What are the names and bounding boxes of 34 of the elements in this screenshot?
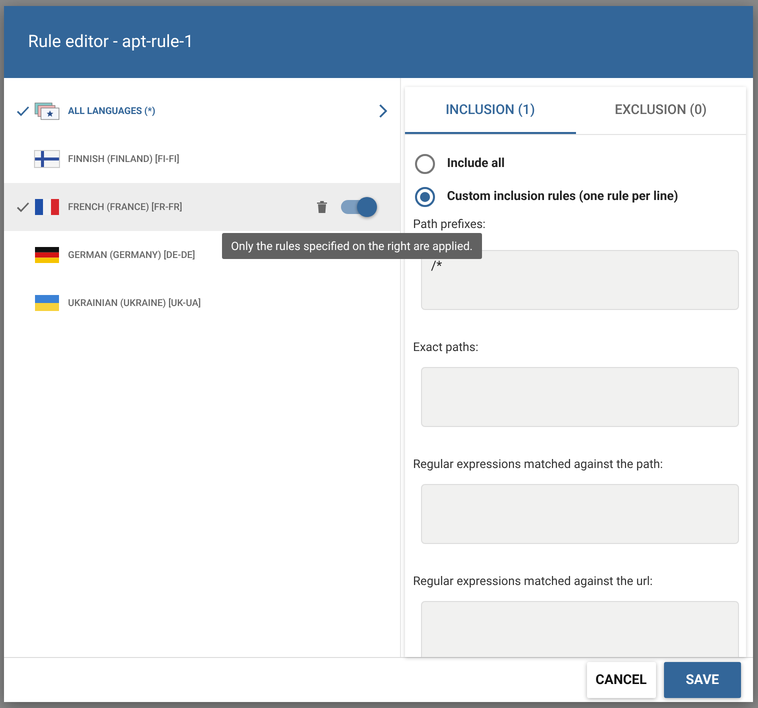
input-field[interactable] — [421, 367, 739, 427]
language-name: UKRAINIAN (UKRAINE) [UK-UA] — [68, 298, 202, 308]
finland-flag-icon — [34, 150, 60, 168]
field-label: Exact paths: — [413, 340, 480, 354]
france-flag-icon — [34, 198, 60, 216]
radio-button[interactable] — [415, 154, 435, 174]
language-item[interactable]: UKRAINIAN (UKRAINE) [UK-UA] — [4, 279, 400, 327]
ukraine-flag-icon — [34, 294, 60, 312]
input-field[interactable] — [421, 484, 739, 544]
germany-flag-icon — [34, 246, 60, 264]
delete-icon[interactable] — [317, 201, 327, 213]
radio-button[interactable] — [415, 186, 435, 206]
radio-option[interactable]: Include all — [413, 147, 738, 180]
language-item[interactable]: ALL LANGUAGES (*) — [4, 87, 400, 135]
field-label: Regular expressions matched against the path: — [413, 457, 664, 471]
language-name: GERMAN (GERMANY) [DE-DE] — [68, 250, 196, 260]
language-name: ALL LANGUAGES (*) — [68, 106, 156, 116]
toggle-switch[interactable] — [341, 197, 377, 217]
field-label: Regular expressions matched against the url: — [413, 574, 654, 588]
language-item[interactable]: FRENCH (FRANCE) [FR-FR] — [4, 183, 400, 231]
cancel-button[interactable]: CANCEL — [586, 662, 656, 698]
field-label: Path prefixes: — [413, 217, 487, 231]
tab[interactable]: EXCLUSION (0) — [576, 87, 746, 134]
language-item[interactable]: FINNISH (FINLAND) [FI-FI] — [4, 135, 400, 183]
dialog-title: Rule editor - apt-rule-1 — [28, 32, 194, 52]
tab[interactable]: INCLUSION (1) — [405, 87, 576, 134]
radio-option[interactable]: Custom inclusion rules (one rule per line) — [413, 180, 738, 213]
language-name: FRENCH (FRANCE) [FR-FR] — [68, 202, 184, 212]
input-field[interactable] — [421, 601, 739, 657]
tooltip: Only the rules specified on the right are applied. — [222, 233, 482, 259]
save-button[interactable]: SAVE — [664, 662, 741, 698]
chevron-right-icon[interactable] — [378, 103, 388, 119]
languages-icon — [34, 102, 60, 120]
language-name: FINNISH (FINLAND) [FI-FI] — [68, 154, 180, 164]
